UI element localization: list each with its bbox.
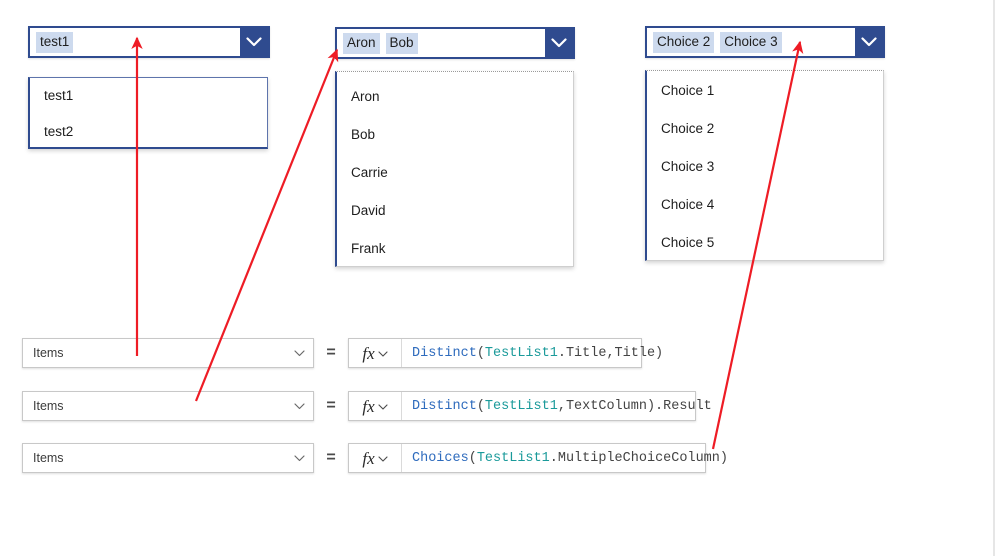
formula-token-punct: (	[468, 450, 477, 466]
formula-input[interactable]: Distinct(TestList1 ,TextColumn).Result	[402, 392, 720, 420]
formula-token-source: TestList1	[476, 450, 550, 466]
chevron-down-icon[interactable]	[378, 449, 388, 467]
formula-token-args: .MultipleChoiceColumn)	[549, 450, 728, 466]
selected-chip: Aron	[343, 32, 380, 54]
list-item[interactable]: test2	[30, 114, 267, 150]
list-item[interactable]: Choice 2	[647, 110, 883, 148]
single-select-title-dropdown-value[interactable]: test1	[30, 28, 240, 56]
chevron-down-icon[interactable]	[378, 344, 388, 362]
single-select-title-dropdown-list[interactable]: test1 test2	[28, 77, 268, 149]
list-item[interactable]: Aron	[337, 78, 573, 116]
formula-bar[interactable]: fx Distinct(TestList1 ,TextColumn).Result	[348, 391, 712, 421]
formula-token-source: TestList1	[484, 345, 558, 361]
formula-token-punct: (	[476, 398, 485, 414]
selected-chip: Choice 3	[720, 31, 782, 53]
property-row: Items = fx Distinct(TestList1 ,TextColumn…	[22, 390, 712, 422]
multi-select-choice-dropdown-list[interactable]: Choice 1 Choice 2 Choice 3 Choice 4 Choi…	[645, 70, 884, 261]
list-item[interactable]: Frank	[337, 230, 573, 268]
formula-token-source: TestList1	[484, 398, 558, 414]
multi-select-choice-dropdown[interactable]: Choice 2 Choice 3	[645, 26, 885, 58]
formula-token-function: Distinct	[412, 398, 477, 414]
formula-token-punct: (	[476, 345, 485, 361]
property-select[interactable]: Items	[22, 391, 314, 421]
multi-select-text-dropdown-value[interactable]: Aron Bob	[337, 29, 545, 57]
list-item[interactable]: Choice 5	[647, 224, 883, 262]
formula-token-args: ,TextColumn).Result	[557, 398, 712, 414]
selected-chip: Bob	[385, 32, 418, 54]
property-row: Items = fx Choices(TestList1 .MultipleCho…	[22, 442, 728, 474]
selected-chip: Choice 2	[653, 31, 715, 53]
fx-icon: fx	[362, 396, 375, 416]
property-select-label: Items	[33, 451, 64, 465]
list-item[interactable]: Choice 3	[647, 148, 883, 186]
chevron-down-icon[interactable]	[378, 397, 388, 415]
list-item[interactable]: test1	[30, 78, 267, 114]
list-item[interactable]: David	[337, 192, 573, 230]
equals-sign: =	[326, 344, 336, 361]
multi-select-choice-dropdown-value[interactable]: Choice 2 Choice 3	[647, 28, 855, 56]
multi-select-text-dropdown[interactable]: Aron Bob	[335, 27, 575, 59]
fx-button[interactable]: fx	[349, 444, 402, 472]
property-select-label: Items	[33, 346, 64, 360]
single-select-title-dropdown[interactable]: test1	[28, 26, 270, 58]
chevron-down-icon[interactable]	[294, 451, 305, 465]
list-item[interactable]: Carrie	[337, 154, 573, 192]
formula-token-args: .Title,Title)	[557, 345, 664, 361]
list-item[interactable]: Bob	[337, 116, 573, 154]
fx-button[interactable]: fx	[349, 392, 402, 420]
formula-bar[interactable]: fx Choices(TestList1 .MultipleChoiceColum…	[348, 443, 728, 473]
chevron-down-icon[interactable]	[294, 399, 305, 413]
chevron-down-icon[interactable]	[855, 28, 883, 56]
right-edge-divider	[993, 0, 995, 556]
property-row: Items = fx Distinct(TestList1 .Title,Titl…	[22, 337, 663, 369]
property-select[interactable]: Items	[22, 443, 314, 473]
formula-bar[interactable]: fx Distinct(TestList1 .Title,Title)	[348, 338, 663, 368]
property-select[interactable]: Items	[22, 338, 314, 368]
list-item[interactable]: Choice 1	[647, 72, 883, 110]
fx-icon: fx	[362, 343, 375, 363]
formula-input[interactable]: Choices(TestList1 .MultipleChoiceColumn)	[402, 444, 736, 472]
equals-sign: =	[326, 449, 336, 466]
formula-input[interactable]: Distinct(TestList1 .Title,Title)	[402, 339, 671, 367]
fx-button[interactable]: fx	[349, 339, 402, 367]
list-item[interactable]: Choice 4	[647, 186, 883, 224]
formula-token-function: Choices	[412, 450, 469, 466]
fx-icon: fx	[362, 448, 375, 468]
equals-sign: =	[326, 397, 336, 414]
property-select-label: Items	[33, 399, 64, 413]
chevron-down-icon[interactable]	[240, 28, 268, 56]
formula-token-function: Distinct	[412, 345, 477, 361]
multi-select-text-dropdown-list[interactable]: Aron Bob Carrie David Frank	[335, 71, 574, 267]
selected-chip: test1	[36, 31, 74, 53]
screenshot-canvas: test1 test1 test2 Aron Bob Aron Bob Carr…	[0, 0, 998, 556]
chevron-down-icon[interactable]	[294, 346, 305, 360]
chevron-down-icon[interactable]	[545, 29, 573, 57]
